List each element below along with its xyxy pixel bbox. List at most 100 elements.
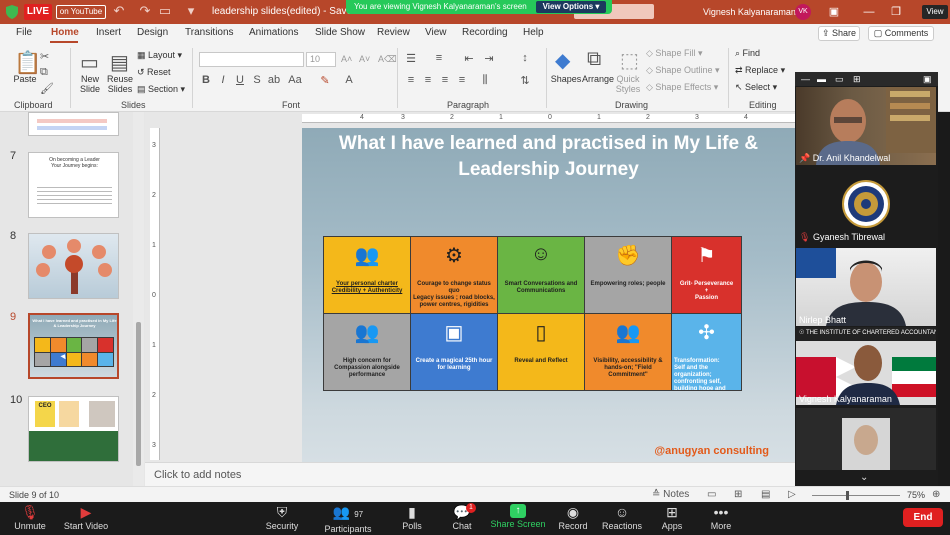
present-icon[interactable]: ▭ xyxy=(158,4,172,18)
arrange-icon[interactable]: ⧉ xyxy=(587,48,601,71)
end-meeting-button[interactable]: End xyxy=(903,508,943,527)
quick-styles-button[interactable]: Quick Styles xyxy=(614,74,642,94)
more-button[interactable]: ••• More xyxy=(691,504,751,532)
fit-slide-icon[interactable]: ⊕ xyxy=(932,489,940,500)
shape-fill-button[interactable]: ◇ Shape Fill ▾ xyxy=(646,48,702,59)
avatar[interactable]: VK xyxy=(795,4,811,20)
justify-icon[interactable]: ≡ xyxy=(455,74,469,86)
thumbnail-scroll-handle[interactable] xyxy=(136,322,141,466)
font-size-box[interactable]: 10 xyxy=(306,52,336,67)
slideshow-icon[interactable]: ▷ xyxy=(788,489,796,500)
tab-file[interactable]: File xyxy=(16,27,32,38)
thumbnail-view-icon[interactable]: ▭ xyxy=(835,74,844,85)
outdent-icon[interactable]: ⇥ xyxy=(482,52,496,65)
align-left-icon[interactable]: ≡ xyxy=(404,74,418,86)
slide-thumbnail-7[interactable]: On becoming a Leader Your Journey begins… xyxy=(28,152,119,218)
reuse-slides-icon[interactable]: ▤ xyxy=(110,50,129,75)
grid-cell[interactable]: 👥 High concern for Compassion alongside p… xyxy=(324,314,410,390)
grid-cell[interactable]: ▣ Create a magical 25th hour for learning xyxy=(411,314,497,390)
bullets-icon[interactable]: ☰ xyxy=(404,52,418,65)
italic-icon[interactable]: I xyxy=(216,74,230,86)
grid-cell[interactable]: 👥 Visibility, accessibility & hands-on; "… xyxy=(585,314,671,390)
slide-thumbnail-9[interactable]: What I have learned and practised in My … xyxy=(28,313,119,379)
normal-view-icon[interactable]: ▭ xyxy=(707,489,716,500)
zoom-slider[interactable] xyxy=(812,495,900,496)
pin-panel-icon[interactable]: ▣ xyxy=(923,74,932,85)
shape-effects-button[interactable]: ◇ Shape Effects ▾ xyxy=(646,82,718,93)
strikethrough-icon[interactable]: S xyxy=(250,74,264,86)
customize-icon[interactable]: ▾ xyxy=(184,4,198,18)
tab-insert[interactable]: Insert xyxy=(96,27,121,38)
gallery-view-icon[interactable]: ⊞ xyxy=(853,74,861,85)
youtube-badge[interactable]: on YouTube xyxy=(56,5,106,19)
unmute-button[interactable]: 🎙 Unmute xyxy=(0,504,60,532)
notes-button[interactable]: ≙ Notes xyxy=(652,489,689,500)
cut-icon[interactable]: ✂ xyxy=(40,50,49,63)
select-button[interactable]: ↖ Select ▾ xyxy=(735,82,777,93)
restore-icon[interactable]: ❐ xyxy=(889,5,903,19)
tab-review[interactable]: Review xyxy=(377,27,410,38)
shrink-font-icon[interactable]: A˅ xyxy=(359,54,370,64)
reset-button[interactable]: ↺ Reset xyxy=(137,67,171,78)
paste-icon[interactable]: 📋 xyxy=(14,50,41,76)
align-right-icon[interactable]: ≡ xyxy=(438,74,452,86)
participant-tile[interactable]: 🎙 Gyanesh Tibrewal xyxy=(796,166,936,244)
line-spacing-icon[interactable]: ↕ xyxy=(518,52,532,64)
participant-tile[interactable]: ☉ THE INSTITUTE OF CHARTERED ACCOUNTANTS… xyxy=(796,327,936,405)
slide-thumbnail-10[interactable]: CEO xyxy=(28,396,119,462)
comments-button[interactable]: ▢ Comments xyxy=(868,26,934,41)
shape-outline-button[interactable]: ◇ Shape Outline ▾ xyxy=(646,65,720,76)
undo-icon[interactable]: ↶ xyxy=(112,4,126,18)
shapes-icon[interactable]: ◆ xyxy=(555,48,570,73)
tab-view[interactable]: View xyxy=(425,27,447,38)
start-video-button[interactable]: ▶ Start Video xyxy=(56,504,116,532)
replace-button[interactable]: ⇄ Replace ▾ xyxy=(735,65,785,76)
notes-placeholder[interactable]: Click to add notes xyxy=(154,469,241,481)
live-badge[interactable]: LIVE xyxy=(24,4,52,20)
char-spacing-icon[interactable]: ab xyxy=(267,74,281,86)
grid-cell[interactable]: ✊ Empowering roles; people xyxy=(585,237,671,313)
change-case-icon[interactable]: Aa xyxy=(288,74,302,86)
layout-button[interactable]: ▦ Layout ▾ xyxy=(137,50,182,61)
participant-tile[interactable]: 📌 Dr. Anil Khandelwal xyxy=(796,87,936,165)
view-options-button[interactable]: View Options ▾ xyxy=(536,1,606,13)
participant-tile[interactable] xyxy=(796,408,936,470)
speaker-view-icon[interactable]: ▬ xyxy=(817,74,826,84)
shapes-button[interactable]: Shapes xyxy=(550,74,582,84)
paste-button[interactable]: Paste xyxy=(10,74,40,84)
tab-design[interactable]: Design xyxy=(137,27,168,38)
clear-format-icon[interactable]: A⌫ xyxy=(378,54,397,65)
grow-font-icon[interactable]: A˄ xyxy=(341,54,352,64)
grid-cell[interactable]: 👥 Your personal charter Credibility + Aut… xyxy=(324,237,410,313)
text-direction-icon[interactable]: ⇅ xyxy=(518,74,532,87)
numbering-icon[interactable]: ≡ xyxy=(432,52,446,64)
redo-icon[interactable]: ↷ xyxy=(138,4,152,18)
tab-transitions[interactable]: Transitions xyxy=(185,27,234,38)
arrange-button[interactable]: Arrange xyxy=(580,74,616,84)
reuse-slides-button[interactable]: Reuse Slides xyxy=(106,74,134,94)
new-slide-icon[interactable]: ▭ xyxy=(80,50,99,75)
view-button[interactable]: View xyxy=(922,5,948,19)
tab-animations[interactable]: Animations xyxy=(249,27,298,38)
slide-thumbnail-6[interactable] xyxy=(28,112,119,136)
slide-credit[interactable]: @anugyan consulting xyxy=(654,445,769,457)
grid-cell[interactable]: ⚑ Grit- Perseverance + Passion xyxy=(672,237,741,313)
font-name-box[interactable] xyxy=(199,52,304,67)
slide-thumbnail-8[interactable] xyxy=(28,233,119,299)
slide-grid[interactable]: 👥 Your personal charter Credibility + Aut… xyxy=(323,236,742,391)
minimize-panel-icon[interactable]: — xyxy=(801,74,810,84)
copy-icon[interactable]: ⧉ xyxy=(40,66,48,79)
font-color-icon[interactable]: A xyxy=(342,74,356,86)
current-slide[interactable]: What I have learned and practised in My … xyxy=(302,128,795,462)
grid-cell[interactable]: ⚙ Courage to change status quo Legacy iss… xyxy=(411,237,497,313)
participant-tile[interactable]: Nirlep Bhatt xyxy=(796,248,936,326)
slide-sorter-icon[interactable]: ⊞ xyxy=(734,489,742,500)
grid-cell[interactable]: ▯ Reveal and Reflect xyxy=(498,314,584,390)
share-screen-button[interactable]: ↑ Share Screen xyxy=(488,504,548,530)
zoom-slider-handle[interactable] xyxy=(846,491,849,500)
tab-home[interactable]: Home xyxy=(51,27,79,38)
tab-help[interactable]: Help xyxy=(523,27,544,38)
minimize-icon[interactable]: — xyxy=(862,5,876,19)
tab-slide-show[interactable]: Slide Show xyxy=(315,27,365,38)
indent-icon[interactable]: ⇤ xyxy=(462,52,476,65)
